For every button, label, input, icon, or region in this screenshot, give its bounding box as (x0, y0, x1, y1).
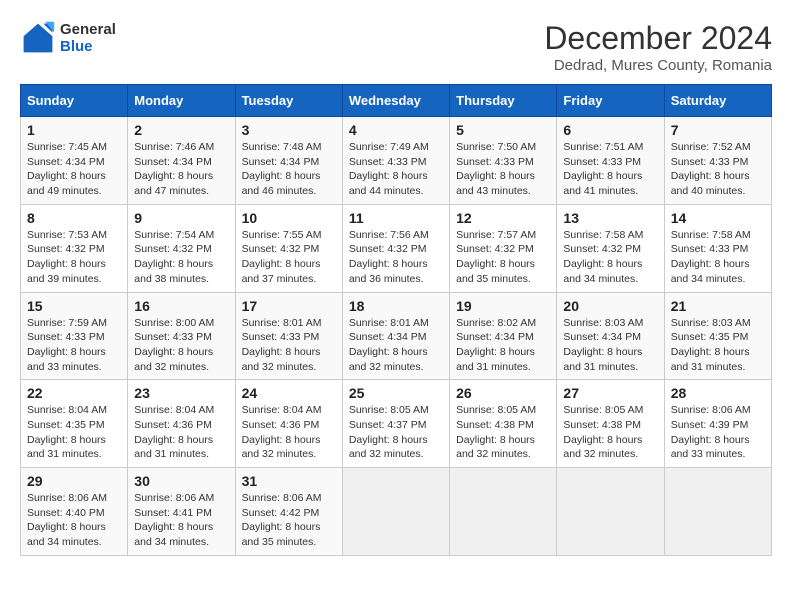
logo-icon (20, 20, 56, 56)
calendar-body: 1Sunrise: 7:45 AMSunset: 4:34 PMDaylight… (21, 117, 772, 556)
empty-cell (557, 468, 664, 556)
calendar-day-21: 21Sunrise: 8:03 AMSunset: 4:35 PMDayligh… (664, 292, 771, 380)
calendar-day-11: 11Sunrise: 7:56 AMSunset: 4:32 PMDayligh… (342, 204, 449, 292)
weekday-header-friday: Friday (557, 85, 664, 117)
calendar-day-26: 26Sunrise: 8:05 AMSunset: 4:38 PMDayligh… (450, 380, 557, 468)
calendar-day-25: 25Sunrise: 8:05 AMSunset: 4:37 PMDayligh… (342, 380, 449, 468)
calendar-week-2: 15Sunrise: 7:59 AMSunset: 4:33 PMDayligh… (21, 292, 772, 380)
title-block: December 2024 Dedrad, Mures County, Roma… (544, 20, 772, 74)
calendar-day-31: 31Sunrise: 8:06 AMSunset: 4:42 PMDayligh… (235, 468, 342, 556)
weekday-header-tuesday: Tuesday (235, 85, 342, 117)
calendar-day-4: 4Sunrise: 7:49 AMSunset: 4:33 PMDaylight… (342, 117, 449, 205)
calendar-day-6: 6Sunrise: 7:51 AMSunset: 4:33 PMDaylight… (557, 117, 664, 205)
weekday-header-sunday: Sunday (21, 85, 128, 117)
location: Dedrad, Mures County, Romania (544, 57, 772, 74)
calendar-day-5: 5Sunrise: 7:50 AMSunset: 4:33 PMDaylight… (450, 117, 557, 205)
calendar-day-15: 15Sunrise: 7:59 AMSunset: 4:33 PMDayligh… (21, 292, 128, 380)
weekday-header-wednesday: Wednesday (342, 85, 449, 117)
calendar-day-27: 27Sunrise: 8:05 AMSunset: 4:38 PMDayligh… (557, 380, 664, 468)
calendar-day-7: 7Sunrise: 7:52 AMSunset: 4:33 PMDaylight… (664, 117, 771, 205)
calendar-day-20: 20Sunrise: 8:03 AMSunset: 4:34 PMDayligh… (557, 292, 664, 380)
calendar-day-2: 2Sunrise: 7:46 AMSunset: 4:34 PMDaylight… (128, 117, 235, 205)
calendar-day-22: 22Sunrise: 8:04 AMSunset: 4:35 PMDayligh… (21, 380, 128, 468)
calendar-day-23: 23Sunrise: 8:04 AMSunset: 4:36 PMDayligh… (128, 380, 235, 468)
weekday-header-monday: Monday (128, 85, 235, 117)
logo-text: General Blue (60, 21, 116, 55)
calendar-day-14: 14Sunrise: 7:58 AMSunset: 4:33 PMDayligh… (664, 204, 771, 292)
calendar-day-1: 1Sunrise: 7:45 AMSunset: 4:34 PMDaylight… (21, 117, 128, 205)
empty-cell (450, 468, 557, 556)
calendar-header: SundayMondayTuesdayWednesdayThursdayFrid… (21, 85, 772, 117)
weekday-header-thursday: Thursday (450, 85, 557, 117)
empty-cell (664, 468, 771, 556)
calendar-week-3: 22Sunrise: 8:04 AMSunset: 4:35 PMDayligh… (21, 380, 772, 468)
empty-cell (342, 468, 449, 556)
calendar-table: SundayMondayTuesdayWednesdayThursdayFrid… (20, 84, 772, 556)
calendar-week-1: 8Sunrise: 7:53 AMSunset: 4:32 PMDaylight… (21, 204, 772, 292)
calendar-day-9: 9Sunrise: 7:54 AMSunset: 4:32 PMDaylight… (128, 204, 235, 292)
calendar-day-18: 18Sunrise: 8:01 AMSunset: 4:34 PMDayligh… (342, 292, 449, 380)
calendar-day-30: 30Sunrise: 8:06 AMSunset: 4:41 PMDayligh… (128, 468, 235, 556)
calendar-day-12: 12Sunrise: 7:57 AMSunset: 4:32 PMDayligh… (450, 204, 557, 292)
calendar-day-19: 19Sunrise: 8:02 AMSunset: 4:34 PMDayligh… (450, 292, 557, 380)
calendar-day-10: 10Sunrise: 7:55 AMSunset: 4:32 PMDayligh… (235, 204, 342, 292)
calendar-day-24: 24Sunrise: 8:04 AMSunset: 4:36 PMDayligh… (235, 380, 342, 468)
calendar-day-16: 16Sunrise: 8:00 AMSunset: 4:33 PMDayligh… (128, 292, 235, 380)
calendar-day-17: 17Sunrise: 8:01 AMSunset: 4:33 PMDayligh… (235, 292, 342, 380)
calendar-day-29: 29Sunrise: 8:06 AMSunset: 4:40 PMDayligh… (21, 468, 128, 556)
calendar-week-0: 1Sunrise: 7:45 AMSunset: 4:34 PMDaylight… (21, 117, 772, 205)
calendar-day-8: 8Sunrise: 7:53 AMSunset: 4:32 PMDaylight… (21, 204, 128, 292)
weekday-header-saturday: Saturday (664, 85, 771, 117)
logo: General Blue (20, 20, 116, 56)
month-title: December 2024 (544, 20, 772, 57)
calendar-day-28: 28Sunrise: 8:06 AMSunset: 4:39 PMDayligh… (664, 380, 771, 468)
calendar-day-13: 13Sunrise: 7:58 AMSunset: 4:32 PMDayligh… (557, 204, 664, 292)
weekday-header-row: SundayMondayTuesdayWednesdayThursdayFrid… (21, 85, 772, 117)
page-header: General Blue December 2024 Dedrad, Mures… (20, 20, 772, 74)
calendar-day-3: 3Sunrise: 7:48 AMSunset: 4:34 PMDaylight… (235, 117, 342, 205)
calendar-week-4: 29Sunrise: 8:06 AMSunset: 4:40 PMDayligh… (21, 468, 772, 556)
